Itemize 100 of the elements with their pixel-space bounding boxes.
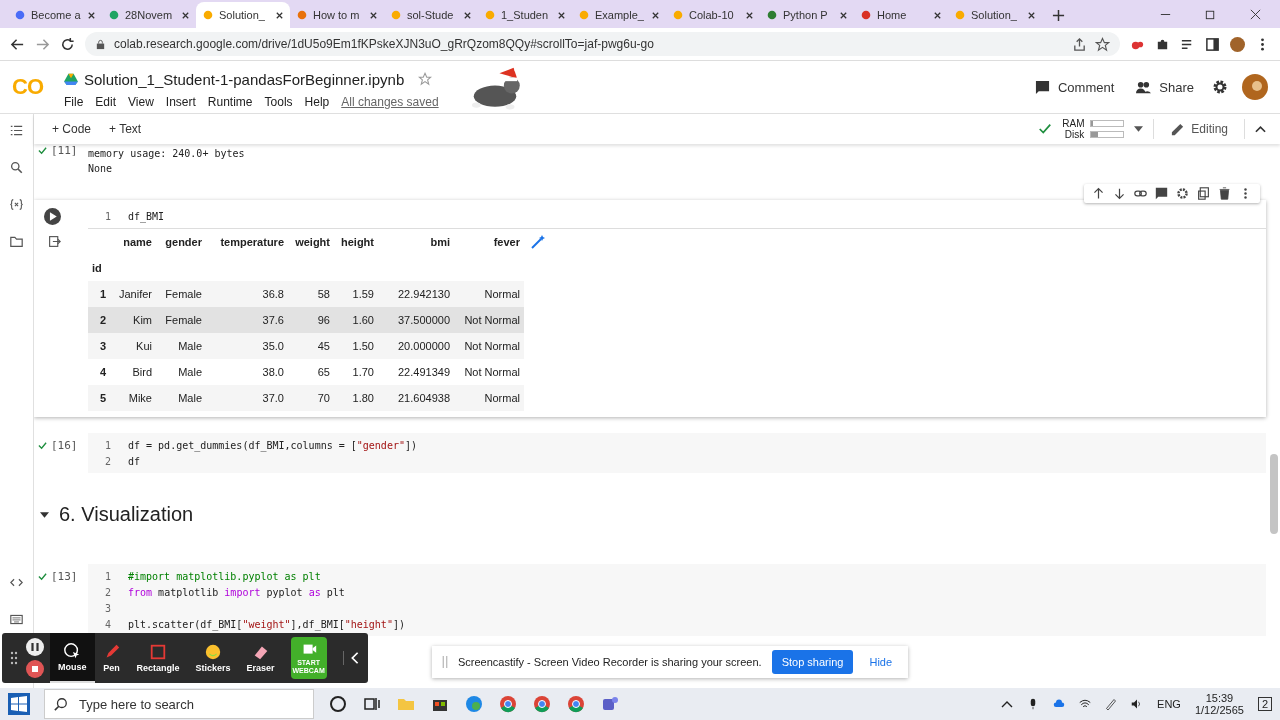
table-cell-text: Not Normal <box>463 340 521 352</box>
code-line[interactable]: df_BMI <box>128 210 165 222</box>
row-index: 2 <box>98 314 107 326</box>
notebook-title[interactable]: Solution_1_Student-1-pandasForBeginner.ipynb <box>84 70 405 88</box>
browser-tab[interactable]: Example_ <box>572 2 666 28</box>
pen-tool[interactable]: Pen <box>94 633 129 683</box>
table-cell-text: Janifer <box>117 288 153 300</box>
menu-item[interactable]: Help <box>304 95 330 109</box>
browser-tab[interactable]: How to m <box>290 2 384 28</box>
comment-button[interactable]: Comment <box>1030 75 1119 99</box>
code-line[interactable]: df <box>128 455 141 467</box>
address-field[interactable]: colab.research.google.com/drive/1dU5o9Em1fKPskeXJN3uO_gRrQzom8QQy#scrollTo=jaf-pwg6u-go <box>85 32 1120 56</box>
table-cell-text: 1.50 <box>351 340 375 352</box>
browser-tab[interactable]: Solution_ <box>948 2 1042 28</box>
clock-time[interactable]: 15:39 <box>1205 692 1234 704</box>
table-cell-text: 96 <box>316 314 331 326</box>
browser-tab[interactable]: Home <box>854 2 948 28</box>
browser-tab[interactable]: Colab-10 <box>666 2 760 28</box>
table-cell-text: 35.0 <box>261 340 285 352</box>
table-cell-text: Male <box>177 392 203 404</box>
table-cell-text: 1.70 <box>351 366 375 378</box>
menu-item[interactable]: Edit <box>95 95 117 109</box>
resource-label: RAM <box>1062 118 1085 129</box>
table-cell-text: 37.500000 <box>397 314 451 326</box>
clock-date[interactable]: 1/12/2565 <box>1194 704 1244 716</box>
column-header: temperature <box>219 236 285 248</box>
browser-tab[interactable]: 1_Studen <box>478 2 572 28</box>
code-line[interactable]: #import matplotlib.pyplot as plt <box>128 570 321 582</box>
browser-tab[interactable]: sol-Stude <box>384 2 478 28</box>
table-cell-text: Normal <box>483 392 521 404</box>
table-cell-text: Not Normal <box>463 314 521 326</box>
browser-tab[interactable]: Solution_ <box>196 2 290 28</box>
table-cell-text: 58 <box>316 288 331 300</box>
column-header: fever <box>492 236 521 248</box>
table-cell-text: 1.59 <box>351 288 375 300</box>
column-header: bmi <box>429 236 451 248</box>
table-cell-text: Mike <box>127 392 153 404</box>
column-header: weight <box>294 236 331 248</box>
table-cell-text: Bird <box>131 366 153 378</box>
save-status[interactable]: All changes saved <box>341 95 439 109</box>
share-button[interactable]: Share <box>1132 75 1198 99</box>
add-text-button[interactable]: + Text <box>105 120 146 138</box>
code-line[interactable]: plt.scatter(df_BMI["weight"],df_BMI["height"]) <box>128 618 405 630</box>
line-number: 3 <box>104 602 112 614</box>
execution-count: [11] <box>51 144 78 157</box>
stickers-tool[interactable]: Stickers <box>187 633 239 683</box>
browser-tab[interactable]: 28Novem <box>102 2 196 28</box>
table-cell-text: 70 <box>316 392 331 404</box>
line-number: 2 <box>104 586 112 598</box>
notification-badge[interactable]: 2 <box>1257 697 1272 711</box>
rectangle-tool[interactable]: Rectangle <box>128 633 188 683</box>
eraser-tool[interactable]: Eraser <box>238 633 283 683</box>
column-header: gender <box>164 236 203 248</box>
output-text: None <box>88 162 114 176</box>
line-number: 1 <box>104 210 112 222</box>
row-index: 1 <box>98 288 107 300</box>
editing-button[interactable]: Editing <box>1164 120 1234 138</box>
browser-tab[interactable]: Become a <box>8 2 102 28</box>
taskbar-search-field[interactable]: Type here to search <box>44 689 314 719</box>
menu-item[interactable]: Insert <box>165 95 196 109</box>
table-cell-text: 22.491349 <box>397 366 451 378</box>
section-heading: 6. Visualization <box>59 503 194 526</box>
menu-item[interactable]: Tools <box>264 95 293 109</box>
line-number: 1 <box>104 570 112 582</box>
line-number: 1 <box>104 439 112 451</box>
table-cell-text: 22.942130 <box>397 288 451 300</box>
menu-item[interactable]: Runtime <box>207 95 253 109</box>
table-cell-text: Female <box>164 314 203 326</box>
table-cell-text: 36.8 <box>261 288 285 300</box>
code-line[interactable]: df = pd.get_dummies(df_BMI,columns = ["gender"]) <box>128 439 417 451</box>
table-cell-text: Kui <box>135 340 153 352</box>
table-cell-text: 38.0 <box>261 366 285 378</box>
language-indicator[interactable]: ENG <box>1157 698 1181 710</box>
table-cell-text: 1.60 <box>351 314 375 326</box>
line-number: 2 <box>104 455 112 467</box>
add-code-button[interactable]: + Code <box>48 120 96 138</box>
row-index: 5 <box>98 392 107 404</box>
execution-count: [16] <box>51 439 78 452</box>
output-text: memory usage: 240.0+ bytes <box>88 147 245 161</box>
table-cell-text: 37.6 <box>261 314 285 326</box>
table-cell-text: 20.000000 <box>397 340 451 352</box>
table-cell-text: Female <box>164 288 203 300</box>
table-cell-text: Kim <box>132 314 153 326</box>
hide-button[interactable]: Hide <box>863 655 899 669</box>
table-cell-text: 65 <box>316 366 331 378</box>
column-header: height <box>340 236 375 248</box>
stop-sharing-button[interactable]: Stop sharing <box>771 650 854 674</box>
index-name: id <box>91 262 103 274</box>
column-header: name <box>122 236 153 248</box>
table-cell-text: 21.604938 <box>397 392 451 404</box>
code-line[interactable]: from matplotlib import pyplot as plt <box>128 586 345 598</box>
table-cell-text: Male <box>177 366 203 378</box>
notification-text: Screencastify - Screen Video Recorder is sharing your screen. <box>458 656 762 668</box>
table-cell-text: 45 <box>316 340 331 352</box>
table-cell-text: Normal <box>483 288 521 300</box>
browser-tab[interactable]: Python P <box>760 2 854 28</box>
table-cell-text: 37.0 <box>261 392 285 404</box>
menu-item[interactable]: View <box>128 95 154 109</box>
menu-item[interactable]: File <box>64 95 84 109</box>
mouse-tool[interactable]: Mouse <box>50 633 95 683</box>
